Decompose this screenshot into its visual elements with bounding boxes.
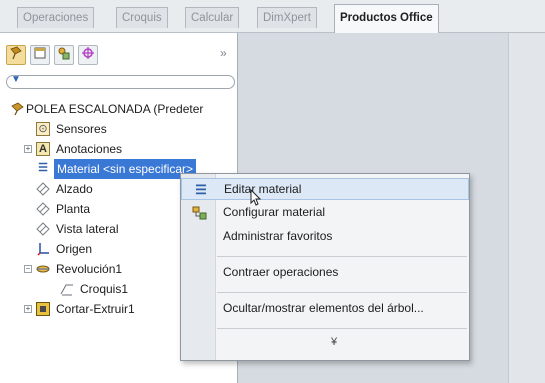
menu-item-configurar-material[interactable]: Configurar material xyxy=(181,202,469,224)
menu-item-editar-material[interactable]: ☰ Editar material xyxy=(181,178,469,200)
part-icon xyxy=(10,102,24,116)
menu-separator xyxy=(217,328,467,329)
filter-icon: ▼ xyxy=(11,74,21,85)
menu-item-contraer-operaciones[interactable]: Contraer operaciones xyxy=(181,262,469,284)
context-menu: ☰ Editar material Configurar material Ad… xyxy=(180,173,470,361)
tree-item-sensores[interactable]: ⊙ Sensores xyxy=(0,119,238,139)
expand-menu-icon[interactable]: ¥ xyxy=(331,336,337,348)
command-manager-tabs: Operaciones Croquis Calcular DimXpert Pr… xyxy=(0,0,545,33)
menu-separator xyxy=(217,256,467,257)
revolve-icon xyxy=(36,262,50,276)
expand-panel-icon[interactable]: » xyxy=(220,46,227,60)
feature-manager-icon[interactable] xyxy=(6,45,26,65)
tree-item-label: Vista lateral xyxy=(56,222,119,236)
tab-dimxpert[interactable]: DimXpert xyxy=(257,7,317,28)
menu-item-ocultar-mostrar[interactable]: Ocultar/mostrar elementos del árbol... xyxy=(181,298,469,320)
plane-icon xyxy=(36,222,50,236)
tree-item-label: Anotaciones xyxy=(56,142,123,156)
menu-separator xyxy=(217,292,467,293)
plane-icon xyxy=(36,182,50,196)
mouse-pointer-icon xyxy=(250,189,262,206)
property-manager-icon[interactable] xyxy=(30,45,50,65)
cut-extrude-icon xyxy=(36,302,50,316)
configure-material-icon xyxy=(192,205,208,221)
sensor-icon: ⊙ xyxy=(36,122,50,136)
expand-icon[interactable]: + xyxy=(24,305,32,313)
material-icon: ☰ xyxy=(195,182,207,197)
tab-croquis[interactable]: Croquis xyxy=(116,7,168,28)
material-icon: ☰ xyxy=(38,162,48,174)
tree-item-label: Sensores xyxy=(56,122,107,136)
plane-icon xyxy=(36,202,50,216)
menu-item-label: Administrar favoritos xyxy=(223,229,333,243)
tree-item-label: Cortar-Extruir1 xyxy=(56,302,135,316)
configuration-manager-icon[interactable] xyxy=(54,45,74,65)
tree-item-anotaciones[interactable]: + A Anotaciones xyxy=(0,139,238,159)
origin-icon xyxy=(36,242,50,256)
sketch-icon xyxy=(60,282,74,296)
task-pane-strip xyxy=(508,33,545,383)
tab-productos-office[interactable]: Productos Office xyxy=(334,4,439,33)
menu-item-label: Configurar material xyxy=(223,205,326,219)
menu-item-label: Ocultar/mostrar elementos del árbol... xyxy=(223,301,424,315)
tree-item-label: Revolución1 xyxy=(56,262,123,276)
menu-item-label: Contraer operaciones xyxy=(223,265,339,279)
tree-item-label: Planta xyxy=(56,202,91,216)
dimxpert-manager-icon[interactable] xyxy=(78,45,98,65)
expand-icon[interactable]: + xyxy=(24,145,32,153)
tree-item-label: Alzado xyxy=(56,182,93,196)
tree-root-label: POLEA ESCALONADA (Predeter xyxy=(26,102,204,116)
annotation-icon: A xyxy=(36,142,50,156)
tree-item-label: Origen xyxy=(56,242,93,256)
menu-item-administrar-favoritos[interactable]: Administrar favoritos xyxy=(181,226,469,248)
menu-item-label: Editar material xyxy=(224,182,302,196)
tree-item-label: Croquis1 xyxy=(80,282,129,296)
panel-toolbar: » xyxy=(6,45,231,67)
tree-item-label: Material <sin especificar> xyxy=(54,159,197,179)
tab-operaciones[interactable]: Operaciones xyxy=(17,7,95,28)
tree-filter-input[interactable]: ▼ xyxy=(6,74,235,89)
collapse-icon[interactable]: − xyxy=(24,265,32,273)
tab-calcular[interactable]: Calcular xyxy=(185,7,240,28)
